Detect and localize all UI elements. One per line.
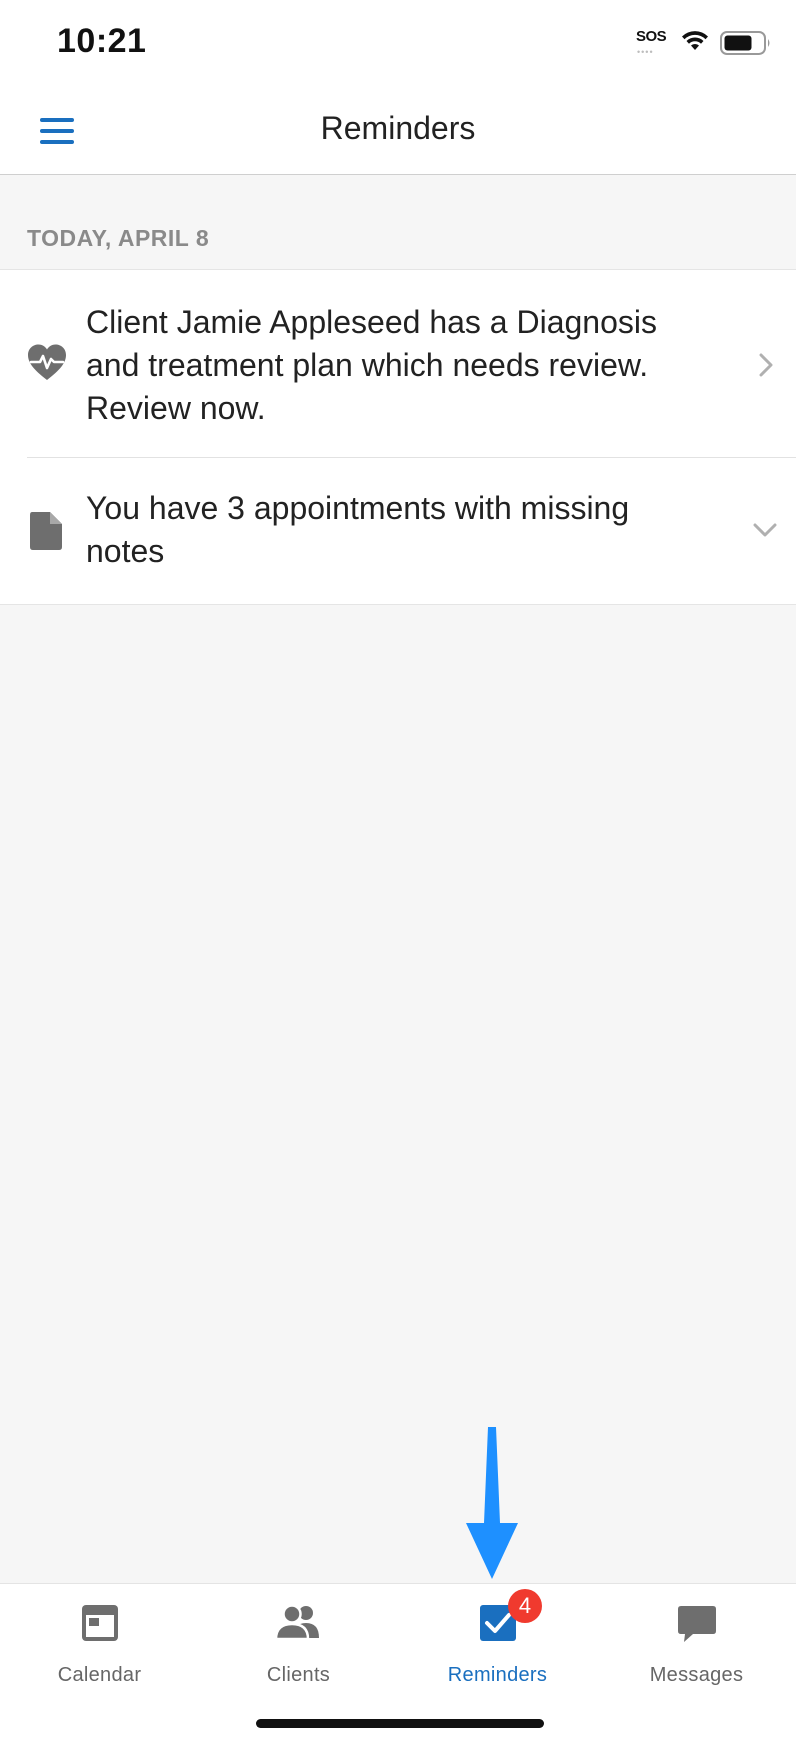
tab-clients[interactable]: Clients: [199, 1584, 398, 1694]
signal-dots: ••••: [637, 47, 654, 57]
reminder-item-missing-notes[interactable]: You have 3 appointments with missing not…: [0, 458, 796, 604]
status-time: 10:21: [57, 22, 147, 60]
page-title: Reminders: [320, 110, 476, 146]
tab-reminders[interactable]: 4 Reminders: [398, 1584, 597, 1694]
annotation-arrow: [466, 1427, 518, 1579]
section-date-header: TODAY, APRIL 8: [27, 225, 210, 251]
battery-icon: [720, 31, 770, 55]
home-indicator[interactable]: [256, 1719, 544, 1728]
status-bar: 10:21 SOS ••••: [0, 0, 796, 86]
chevron-down-icon: [753, 523, 777, 537]
reminder-list: Client Jamie Appleseed has a Diagnosis a…: [0, 269, 796, 605]
tab-label: Reminders: [447, 1664, 548, 1686]
wifi-icon: [682, 31, 708, 50]
reminder-text: Client Jamie Appleseed has a Diagnosis a…: [86, 304, 657, 426]
heart-pulse-icon: [28, 344, 66, 380]
sos-label: SOS: [636, 28, 667, 45]
sos-indicator: SOS ••••: [636, 28, 670, 57]
nav-header: Reminders: [0, 86, 796, 175]
reminder-item-diagnosis-review[interactable]: Client Jamie Appleseed has a Diagnosis a…: [0, 270, 796, 458]
tab-label: Messages: [649, 1664, 744, 1686]
chat-bubble-icon: [677, 1606, 716, 1642]
chevron-right-icon: [759, 353, 773, 377]
tab-messages[interactable]: Messages: [597, 1584, 796, 1694]
people-icon: [274, 1604, 319, 1640]
reminder-text: You have 3 appointments with missing not…: [86, 490, 630, 569]
calendar-icon: [81, 1605, 118, 1641]
document-icon: [30, 512, 62, 550]
tab-label: Clients: [266, 1664, 331, 1686]
notification-badge: 4: [508, 1589, 542, 1623]
tab-calendar[interactable]: Calendar: [0, 1584, 199, 1694]
tab-label: Calendar: [57, 1664, 142, 1686]
